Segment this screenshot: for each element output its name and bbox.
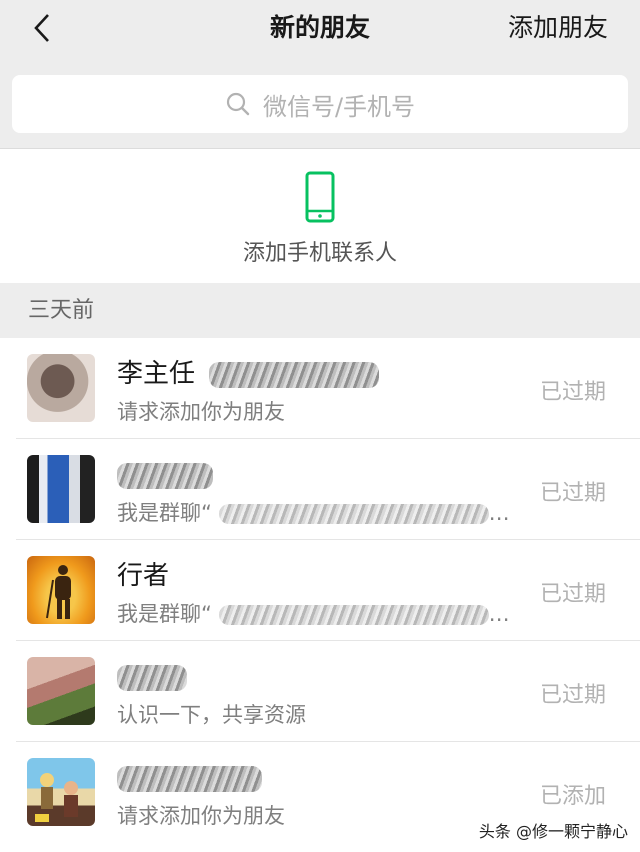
redacted-text: [117, 765, 262, 792]
search-area: 微信号/手机号: [0, 62, 640, 148]
back-button[interactable]: [22, 8, 62, 48]
status-label: 已过期: [539, 380, 606, 405]
redacted-text: [218, 605, 489, 625]
list-item[interactable]: 我是群聊“ … 已过期: [0, 439, 640, 540]
redacted-text: [218, 504, 489, 524]
chevron-left-icon: [34, 14, 49, 42]
nav-bar: 新的朋友 添加朋友: [0, 0, 640, 62]
phone-icon: [305, 171, 335, 223]
list-item[interactable]: 行者 我是群聊“ … 已过期: [0, 540, 640, 641]
request-message: 请求添加你为朋友: [117, 400, 285, 424]
search-input[interactable]: 微信号/手机号: [12, 75, 628, 133]
friend-request-list: 李主任 请求添加你为朋友 已过期 我是群聊“ … 已过期 行者 我是群聊“ … …: [0, 338, 640, 852]
request-message: 我是群聊“: [117, 501, 212, 525]
list-item[interactable]: 认识一下，共享资源 已过期: [0, 641, 640, 742]
avatar: [27, 758, 95, 826]
search-icon: [226, 92, 250, 116]
request-message: 我是群聊“: [117, 602, 212, 626]
add-phone-contacts-label: 添加手机联系人: [242, 241, 397, 266]
contact-name: 行者: [117, 561, 170, 591]
request-message: 认识一下，共享资源: [117, 703, 306, 727]
avatar: [27, 455, 95, 523]
status-label: 已添加: [539, 784, 606, 809]
cartoon-figures-icon: [35, 773, 78, 822]
watermark-text: 头条 @修一颗宁静心: [478, 822, 628, 841]
list-item[interactable]: 李主任 请求添加你为朋友 已过期: [0, 338, 640, 439]
hiker-silhouette-icon: [46, 565, 71, 619]
status-label: 已过期: [539, 481, 606, 506]
search-placeholder: 微信号/手机号: [262, 92, 416, 121]
status-label: 已过期: [539, 683, 606, 708]
redacted-text: [117, 462, 213, 489]
add-phone-contacts-button[interactable]: 添加手机联系人: [0, 148, 640, 283]
redacted-text: [209, 361, 380, 388]
contact-name: 李主任: [117, 359, 196, 389]
redacted-text: [117, 664, 187, 691]
status-label: 已过期: [539, 582, 606, 607]
avatar: [27, 354, 95, 422]
avatar: [27, 556, 95, 624]
add-friend-button[interactable]: 添加朋友: [508, 10, 608, 46]
avatar: [27, 657, 95, 725]
request-message: 请求添加你为朋友: [117, 804, 285, 828]
section-header: 三天前: [0, 283, 640, 338]
